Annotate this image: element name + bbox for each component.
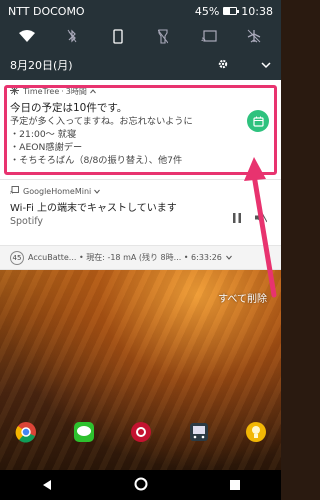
lightbulb-icon[interactable] [244,420,268,444]
app-name: GoogleHomeMini [23,186,92,196]
accubattery-notification[interactable]: 45 AccuBatte... • 現在: -18 mA (残り 8時... •… [0,246,281,270]
airplane-icon[interactable] [242,24,266,48]
notification-subtitle: Spotify [10,216,44,227]
timetree-notification[interactable]: TimeTree · 3時間 今日の予定は10件です。 予定が多く入ってますね。… [0,80,281,180]
bluetooth-icon[interactable] [60,24,84,48]
quick-settings-row [0,22,281,50]
googlehome-notification[interactable]: GoogleHomeMini Wi-Fi 上の端末でキャストしています Spot… [0,180,281,246]
date-row: 8月20日(月) [0,50,281,80]
chevron-down-icon[interactable] [94,187,101,196]
clock: 10:38 [241,4,273,18]
date-label: 8月20日(月) [10,59,73,72]
camera-icon[interactable] [129,420,153,444]
calendar-action-icon[interactable] [247,110,269,132]
carrier-label: NTT DOCOMO [8,4,85,18]
wifi-icon[interactable] [15,24,39,48]
navigation-bar [0,470,281,500]
line-icon[interactable] [72,420,96,444]
phone-rotate-icon[interactable] [106,24,130,48]
cast-icon[interactable] [197,24,221,48]
battery-percent: 45% [194,4,220,18]
notification-shade-header: NTT DOCOMO 45% 10:38 8月20日(月) [0,0,281,80]
notification-title: Wi-Fi 上の端末でキャストしています [10,203,177,214]
back-button[interactable] [41,476,53,495]
chrome-icon[interactable] [14,420,38,444]
cast-app-icon [10,186,19,196]
train-icon[interactable] [187,420,211,444]
notification-summary: AccuBatte... • 現在: -18 mA (残り 8時... • 6:… [28,253,222,262]
status-bar: NTT DOCOMO 45% 10:38 [0,0,281,22]
chevron-down-icon[interactable] [226,253,232,262]
flashlight-icon[interactable] [151,24,175,48]
home-button[interactable] [134,476,148,495]
battery-badge: 45 [10,250,24,265]
notification-list: TimeTree · 3時間 今日の予定は10件です。 予定が多く入ってますね。… [0,80,281,270]
gear-icon[interactable] [217,58,229,73]
recents-button[interactable] [229,476,241,495]
annotation-arrow [244,157,277,298]
battery-icon [223,7,240,15]
chevron-down-icon[interactable] [261,59,271,72]
app-dock [14,420,268,444]
highlight-box [4,85,277,175]
